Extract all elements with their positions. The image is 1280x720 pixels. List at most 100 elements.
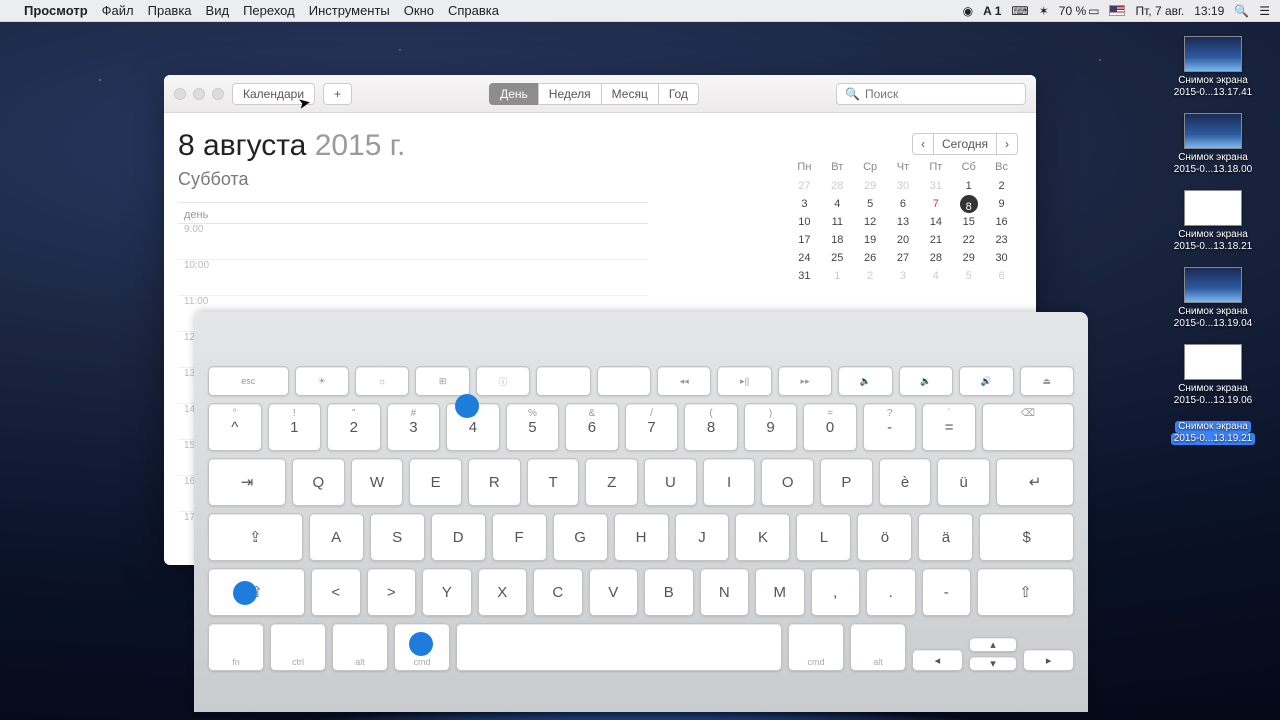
key-C[interactable]: C	[533, 568, 583, 616]
cal-day[interactable]: 22	[952, 231, 985, 249]
key[interactable]: ⌫	[982, 403, 1074, 451]
key-J[interactable]: J	[675, 513, 730, 561]
key-fn[interactable]: ⓘ	[476, 366, 530, 396]
key[interactable]: %5	[506, 403, 560, 451]
desktop-file[interactable]: Снимок экрана2015-0...13.18.21	[1158, 190, 1268, 253]
key-R[interactable]: R	[468, 458, 521, 506]
key-fn[interactable]: fn	[208, 623, 264, 671]
key[interactable]: &6	[565, 403, 619, 451]
key-D[interactable]: D	[431, 513, 486, 561]
clock-time[interactable]: 13:19	[1194, 4, 1224, 18]
key-O[interactable]: O	[761, 458, 814, 506]
menu-Окно[interactable]: Окно	[404, 3, 434, 18]
today-button[interactable]: Сегодня	[933, 133, 997, 155]
cal-day[interactable]: 4	[821, 195, 854, 213]
cal-day[interactable]: 18	[821, 231, 854, 249]
cal-day[interactable]: 30	[985, 249, 1018, 267]
keyboard-flag[interactable]	[1109, 5, 1125, 16]
cal-day[interactable]: 29	[952, 249, 985, 267]
menu-Переход[interactable]: Переход	[243, 3, 295, 18]
cal-day[interactable]: 5	[952, 267, 985, 285]
cal-day[interactable]: 19	[854, 231, 887, 249]
cal-day[interactable]: 10	[788, 213, 821, 231]
cal-day[interactable]: 23	[985, 231, 1018, 249]
cal-day[interactable]: 25	[821, 249, 854, 267]
key-V[interactable]: V	[589, 568, 639, 616]
cal-day[interactable]: 11	[821, 213, 854, 231]
cal-day[interactable]: 26	[854, 249, 887, 267]
key-⇧[interactable]: ⇧	[208, 568, 305, 616]
battery-status[interactable]: 70 % ▭	[1059, 4, 1100, 18]
next-button[interactable]: ›	[996, 133, 1018, 155]
key-B[interactable]: B	[644, 568, 694, 616]
key-ä[interactable]: ä	[918, 513, 973, 561]
cal-day[interactable]: 2	[854, 267, 887, 285]
key[interactable]: !1	[268, 403, 322, 451]
key->[interactable]: >	[367, 568, 417, 616]
cal-day[interactable]: 21	[919, 231, 952, 249]
mini-calendar[interactable]: ПнВтСрЧтПтСбВс 2728293031123456789101112…	[788, 161, 1018, 285]
view-День[interactable]: День	[489, 83, 539, 105]
hour-row[interactable]: 9:00	[178, 224, 648, 260]
key--[interactable]: -	[922, 568, 972, 616]
key-fn[interactable]: 🔉	[899, 366, 953, 396]
menu-Файл[interactable]: Файл	[102, 3, 134, 18]
prev-button[interactable]: ‹	[912, 133, 934, 155]
key-alt[interactable]: alt	[850, 623, 906, 671]
key-P[interactable]: P	[820, 458, 873, 506]
key-W[interactable]: W	[351, 458, 404, 506]
desktop-file[interactable]: Снимок экрана2015-0...13.19.21	[1158, 421, 1268, 445]
key-↵[interactable]: ↵	[996, 458, 1074, 506]
view-Неделя[interactable]: Неделя	[538, 83, 602, 105]
view-Год[interactable]: Год	[658, 83, 699, 105]
key-F[interactable]: F	[492, 513, 547, 561]
wifi-icon[interactable]: ✶	[1039, 4, 1049, 18]
cal-day[interactable]: 5	[854, 195, 887, 213]
key[interactable]: =0	[803, 403, 857, 451]
key-fn[interactable]: ▸||	[717, 366, 771, 396]
key-right[interactable]: ▸	[1023, 649, 1074, 671]
cal-day[interactable]: 16	[985, 213, 1018, 231]
key-U[interactable]: U	[644, 458, 697, 506]
cal-day[interactable]: 9	[985, 195, 1018, 213]
cal-day[interactable]: 13	[887, 213, 920, 231]
cal-day[interactable]: 31	[919, 177, 952, 195]
key-fn[interactable]	[536, 366, 590, 396]
key-.[interactable]: .	[866, 568, 916, 616]
cal-day[interactable]: 8	[960, 195, 978, 213]
key-ctrl[interactable]: ctrl	[270, 623, 326, 671]
key[interactable]: "2	[327, 403, 381, 451]
key-space[interactable]	[456, 623, 782, 671]
cal-day[interactable]: 27	[887, 249, 920, 267]
key-è[interactable]: è	[879, 458, 932, 506]
key[interactable]: #3	[387, 403, 441, 451]
key-fn[interactable]: esc	[208, 366, 289, 396]
key[interactable]: )9	[744, 403, 798, 451]
key-fn[interactable]	[597, 366, 651, 396]
cal-day[interactable]: 7	[919, 195, 952, 213]
key[interactable]: $4	[446, 403, 500, 451]
cal-day[interactable]: 1	[821, 267, 854, 285]
key-$[interactable]: $	[979, 513, 1074, 561]
search-field[interactable]: 🔍	[836, 83, 1026, 105]
key-up[interactable]: ▴	[969, 637, 1018, 652]
key-A[interactable]: A	[309, 513, 364, 561]
key-left[interactable]: ◂	[912, 649, 963, 671]
cal-day[interactable]: 1	[952, 177, 985, 195]
key-fn[interactable]: ◂◂	[657, 366, 711, 396]
key-fn[interactable]: ☀	[295, 366, 349, 396]
key-K[interactable]: K	[735, 513, 790, 561]
key[interactable]: `=	[922, 403, 976, 451]
desktop-file[interactable]: Снимок экрана2015-0...13.19.06	[1158, 344, 1268, 407]
cal-day[interactable]: 28	[821, 177, 854, 195]
cal-day[interactable]: 24	[788, 249, 821, 267]
cal-day[interactable]: 30	[887, 177, 920, 195]
cal-day[interactable]: 15	[952, 213, 985, 231]
key-fn[interactable]: 🔈	[838, 366, 892, 396]
hour-row[interactable]: 10:00	[178, 260, 648, 296]
key-T[interactable]: T	[527, 458, 580, 506]
key-E[interactable]: E	[409, 458, 462, 506]
cal-day[interactable]: 29	[854, 177, 887, 195]
input-menu[interactable]: ⌨	[1011, 4, 1028, 18]
cal-day[interactable]: 12	[854, 213, 887, 231]
